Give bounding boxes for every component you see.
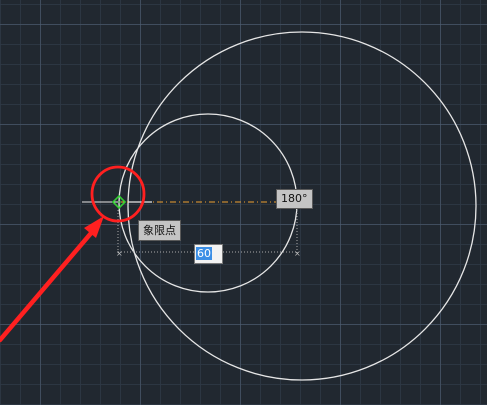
small-circle[interactable] (118, 113, 298, 293)
dynamic-input-value[interactable]: 60 (196, 247, 212, 260)
dimension-tick-right: × (294, 249, 301, 258)
object-snap-tooltip: 象限点 (138, 220, 181, 241)
red-arrow-icon (0, 216, 104, 343)
dynamic-input-field[interactable]: 60 (194, 244, 223, 264)
drawing-svg: × × (0, 31, 477, 381)
angle-tooltip: 180° (276, 189, 313, 209)
drawing-canvas[interactable]: × × 180° 象限点 60 (0, 0, 487, 405)
red-circle-highlight (90, 165, 146, 223)
dimension-tick-left: × (116, 249, 123, 258)
